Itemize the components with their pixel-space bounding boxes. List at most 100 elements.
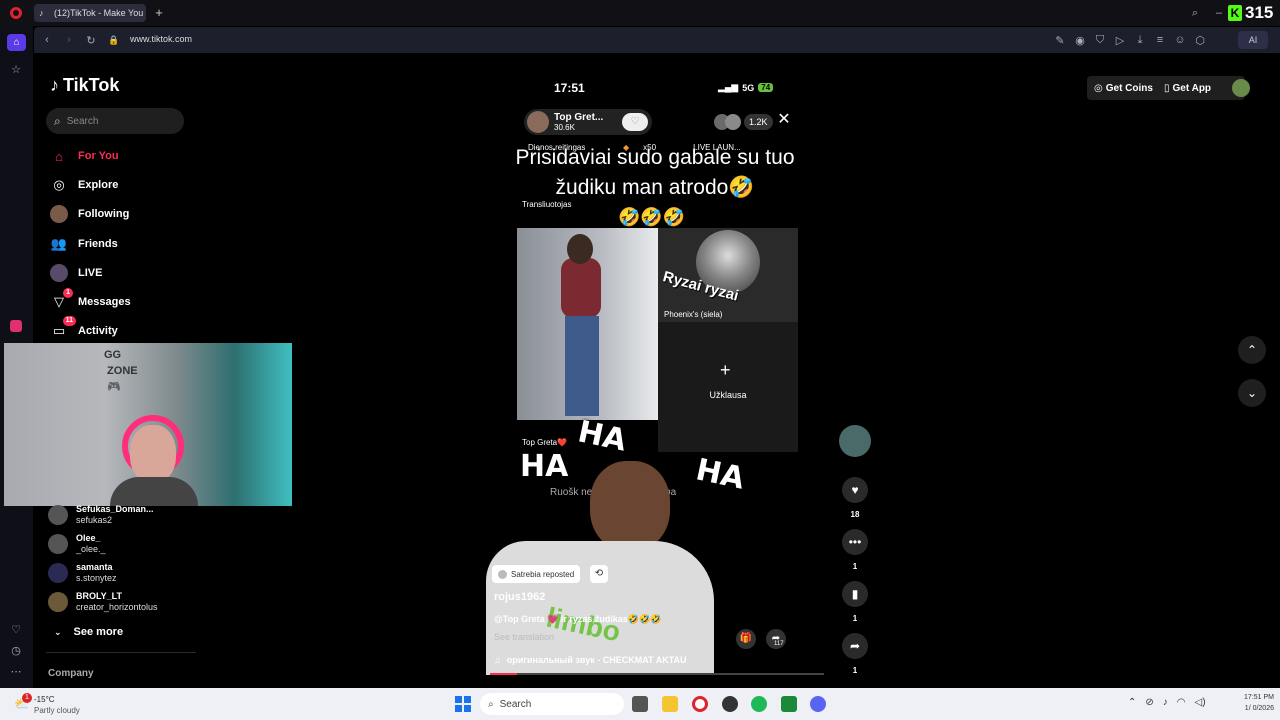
taskbar-clock[interactable]: 17:51 PM 1/ 0/2026 — [1226, 692, 1274, 716]
reload-icon[interactable]: ↻ — [84, 33, 98, 47]
share-icon: ➦ — [849, 639, 861, 653]
next-video-button[interactable]: ⌄ — [1238, 379, 1266, 407]
spotify-icon[interactable] — [751, 696, 767, 712]
search-box[interactable]: ⌕ Search — [46, 108, 184, 134]
minimize-icon[interactable]: – — [1212, 6, 1226, 20]
network-icon[interactable]: ◠ — [1177, 697, 1186, 711]
microphone-icon[interactable]: ♪ — [1163, 697, 1168, 711]
follow-heart-icon[interactable]: ♡ — [622, 113, 648, 131]
tray-hidden-icon[interactable]: ⊘ — [1145, 697, 1153, 711]
following-account[interactable]: samanta s.stonytez — [48, 559, 117, 587]
discord-icon[interactable] — [810, 696, 826, 712]
progress-bar[interactable] — [490, 673, 824, 675]
previous-video-button[interactable]: ⌃ — [1238, 336, 1266, 364]
close-live-icon[interactable]: ✕ — [776, 111, 792, 129]
see-translation-link[interactable]: See translation — [494, 632, 554, 642]
url-field[interactable]: www.tiktok.com — [130, 34, 192, 44]
nav-explore[interactable]: ◎ Explore — [50, 171, 118, 199]
guest-video[interactable]: Ryzai ryzai Phoenix's (siela) — [658, 228, 798, 322]
chat-username: Top Greta❤️ — [522, 438, 568, 447]
browser-tab[interactable]: ♪ (12)TikTok - Make You — [34, 4, 146, 22]
like-button[interactable]: ♥ — [842, 477, 868, 503]
following-account[interactable]: BROLY_LT creator_horizontolus — [48, 588, 158, 616]
more-icon[interactable]: ⋯ — [9, 664, 23, 678]
share-button[interactable]: ➦ — [842, 633, 868, 659]
sound-name: оригинальный звук - CHECKMAT AKTAU — [506, 655, 687, 665]
comment-button[interactable]: ••• — [842, 529, 868, 555]
request-slot[interactable]: + Užklausa — [658, 322, 798, 452]
opera-logo-icon[interactable] — [10, 7, 22, 19]
laughing-meme-sticker: limbo — [486, 461, 714, 675]
company-link[interactable]: Company — [48, 668, 94, 679]
live-gift-icon[interactable]: 🎁 — [736, 629, 756, 649]
extensions-icon[interactable]: ⬡ — [1194, 33, 1206, 47]
viewers-chip[interactable]: 1.2K — [714, 113, 773, 131]
nav-for-you[interactable]: ⌂ For You — [50, 142, 118, 170]
instagram-icon[interactable] — [10, 320, 22, 332]
tiktok-logo[interactable]: ♪ TikTok — [50, 73, 119, 97]
avatar — [48, 534, 68, 554]
edit-icon[interactable]: ✎ — [1054, 33, 1066, 47]
shield-icon[interactable]: ⛉ — [1094, 33, 1106, 47]
heart-sidebar-icon[interactable]: ♡ — [9, 622, 23, 636]
nav-friends[interactable]: 👥 Friends — [50, 230, 118, 258]
weather-widget[interactable]: ⛅ 1 -15°C Partly cloudy — [10, 691, 110, 717]
sound-row[interactable]: ♫ оригинальный звук - CHECKMAT AKTAU — [494, 654, 687, 666]
send-icon: ▽ 1 — [50, 288, 73, 311]
search-tabs-icon[interactable]: ⌕ — [1188, 6, 1202, 20]
taskbar-search[interactable]: ⌕ Search — [480, 693, 624, 715]
start-button[interactable] — [455, 696, 471, 712]
following-account[interactable]: Sefukas_Doman... sefukas2 — [48, 501, 154, 529]
viewer-count: 1.2K — [744, 114, 773, 130]
overlay-counter-value: 315 — [1245, 3, 1274, 22]
nav-live[interactable]: LIVE — [50, 259, 102, 287]
back-icon[interactable]: ‹ — [40, 33, 54, 47]
chevron-up-icon: ⌃ — [1246, 343, 1258, 357]
obs-icon[interactable] — [722, 696, 738, 712]
nav-messages[interactable]: ▽ 1 Messages — [50, 288, 131, 316]
reposter-avatar — [498, 569, 507, 579]
clock-time: 17:51 PM — [1244, 694, 1274, 701]
play-icon[interactable]: ▷ — [1114, 33, 1126, 47]
menu-icon[interactable]: ≡ — [1154, 33, 1166, 47]
download-icon[interactable]: ⤓ — [1134, 33, 1146, 47]
account-username: _olee._ — [76, 544, 106, 554]
home-sidebar-button[interactable]: ⌂ — [7, 34, 26, 51]
address-toolbar-icons: ✎ ◉ ⛉ ▷ ⤓ ≡ ☺ ⬡ — [1054, 33, 1224, 47]
volume-icon[interactable]: ◁) — [1195, 697, 1206, 711]
browser-tab-bar: ♪ (12)TikTok - Make You + ⌕ – K 315 — [0, 0, 1280, 26]
nav-following[interactable]: Following — [50, 200, 129, 228]
app-green-icon[interactable] — [781, 696, 797, 712]
repost-icon[interactable]: ⟲ — [590, 565, 608, 583]
profile-icon[interactable]: ☺ — [1174, 33, 1186, 47]
live-video[interactable]: 17:51 ▂▄▆ 5G 74 Top Gret... 30.6K ♡ 1.2K… — [486, 73, 824, 678]
camera-icon[interactable]: ◉ — [1074, 33, 1086, 47]
ai-button[interactable]: AI — [1238, 31, 1268, 49]
author-name[interactable]: rojus1962 — [494, 591, 545, 603]
user-avatar[interactable] — [1232, 79, 1250, 97]
opera-taskbar-icon[interactable] — [692, 696, 708, 712]
broadcaster-video — [517, 228, 658, 420]
get-app-button[interactable]: ▯ Get App — [1164, 81, 1211, 95]
meme-ha-1: HA — [574, 414, 630, 459]
forward-icon[interactable]: › — [62, 33, 76, 47]
star-icon[interactable]: ☆ — [9, 62, 23, 76]
home-icon: ⌂ — [55, 148, 63, 164]
creator-avatar[interactable] — [839, 425, 871, 457]
history-icon[interactable]: ◷ — [9, 643, 23, 657]
following-account[interactable]: Olee_ _olee._ — [48, 530, 106, 558]
save-button[interactable]: ▮ — [842, 581, 868, 607]
get-coins-button[interactable]: ◎ Get Coins — [1094, 81, 1153, 95]
repost-chip[interactable]: Satrebia reposted — [492, 565, 581, 583]
wall-graffiti: GG ZONE 🎮 — [104, 349, 138, 393]
account-name: Olee_ — [76, 533, 101, 543]
new-tab-button[interactable]: + — [152, 5, 166, 20]
tab-title: (12)TikTok - Make You — [54, 8, 144, 18]
tray-chevron-icon[interactable]: ⌃ — [1128, 697, 1136, 711]
see-more-button[interactable]: ⌄ See more — [54, 623, 123, 641]
host-chip[interactable]: Top Gret... 30.6K ♡ — [524, 109, 652, 135]
file-explorer-icon[interactable] — [662, 696, 678, 712]
task-view-icon[interactable] — [632, 696, 648, 712]
account-name: BROLY_LT — [76, 591, 123, 601]
nav-activity[interactable]: ▭ 11 Activity — [50, 316, 118, 345]
